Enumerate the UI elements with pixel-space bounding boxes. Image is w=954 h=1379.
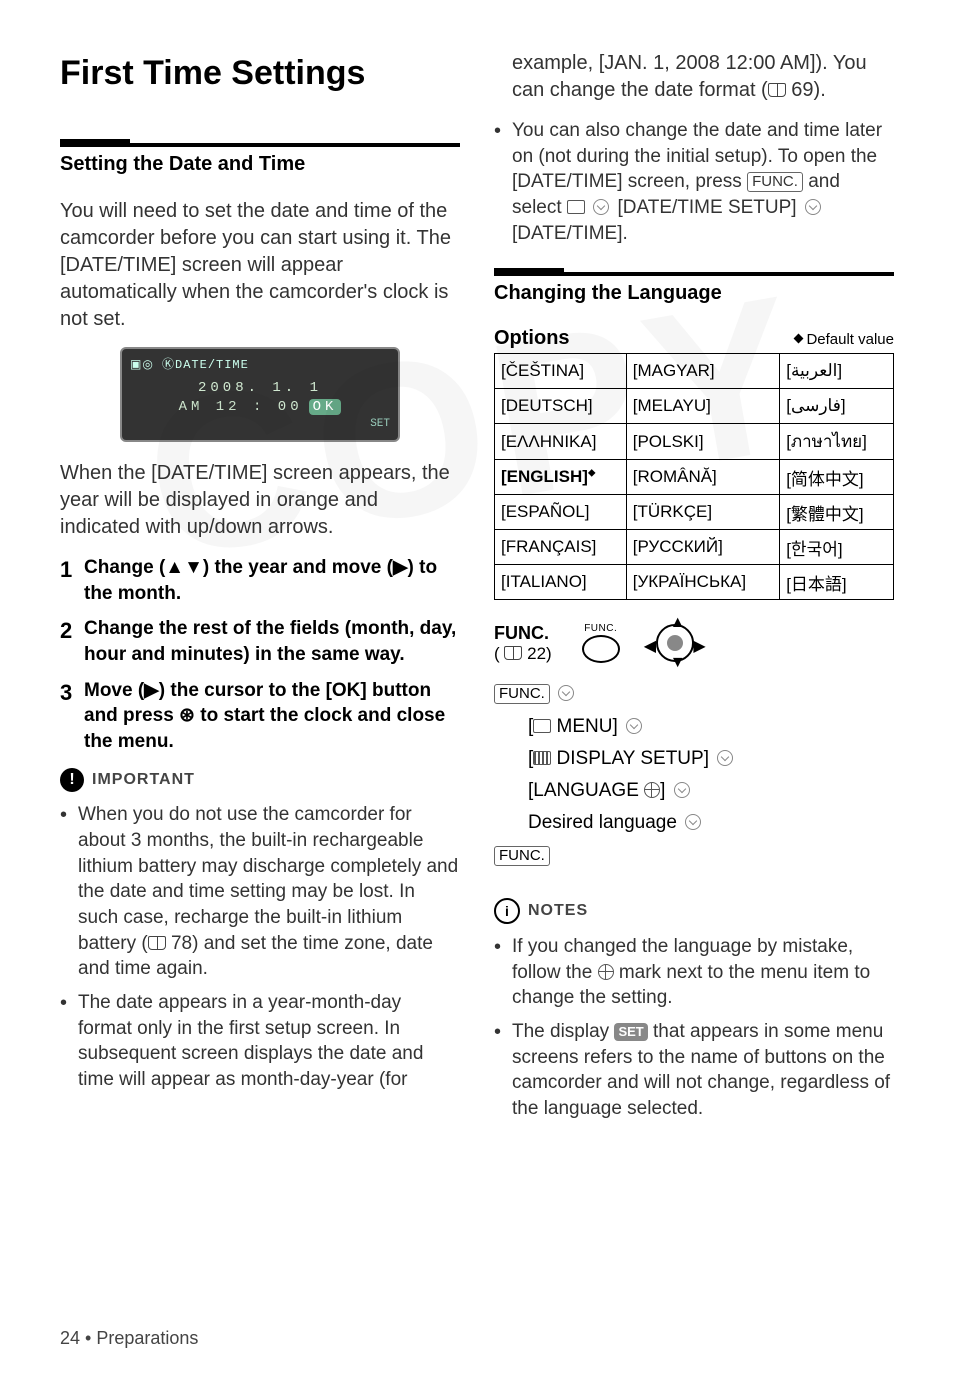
dpad-graphic: ▲▼◀▶ bbox=[650, 618, 700, 668]
chevron-down-icon bbox=[717, 750, 733, 766]
right-column: example, [JAN. 1, 2008 12:00 AM]). You c… bbox=[494, 50, 894, 1129]
func-key: FUNC. bbox=[494, 684, 550, 704]
chevron-down-icon bbox=[626, 718, 642, 734]
right-top-bullets: You can also change the date and time la… bbox=[494, 118, 894, 246]
table-row: [ITALIANO][УКРАЇНСЬКА][日本語] bbox=[495, 565, 894, 600]
language-table: [ČEŠTINA][MAGYAR][العربية][DEUTSCH][MELA… bbox=[494, 354, 894, 600]
diamond-icon bbox=[794, 334, 804, 344]
page-title: First Time Settings bbox=[60, 54, 460, 93]
menu-icon bbox=[567, 200, 585, 214]
camscreen-date: 2008. 1. 1 bbox=[130, 380, 390, 396]
table-row: [ENGLISH]◆[ROMÂNĂ][简体中文] bbox=[495, 460, 894, 495]
step-3: Move (▶) the cursor to the [OK] button a… bbox=[60, 678, 460, 755]
display-setup-icon bbox=[533, 751, 551, 765]
table-row: [ESPAÑOL][TÜRKÇE][繁體中文] bbox=[495, 495, 894, 530]
important-label: IMPORTANT bbox=[92, 771, 195, 789]
right-bullet-datetime: You can also change the date and time la… bbox=[494, 118, 894, 246]
menu-path: FUNC. [ MENU] [ DISPLAY SETUP] [LANGUAGE… bbox=[494, 678, 894, 872]
page-footer: 24 • Preparations bbox=[60, 1328, 198, 1349]
lang-cell: [РУССКИЙ] bbox=[626, 530, 779, 565]
globe-icon bbox=[644, 782, 660, 798]
options-header: Options Default value bbox=[494, 327, 894, 354]
menu-icon bbox=[533, 719, 551, 733]
func-label: FUNC. bbox=[494, 623, 552, 644]
camscreen-set: SET bbox=[130, 418, 390, 430]
lang-cell: [MAGYAR] bbox=[626, 354, 779, 389]
table-row: [DEUTSCH][MELAYU][فارسی] bbox=[495, 389, 894, 424]
section-setting-date: Setting the Date and Time bbox=[60, 143, 460, 176]
intro-1: You will need to set the date and time o… bbox=[60, 198, 460, 333]
table-row: [ČEŠTINA][MAGYAR][العربية] bbox=[495, 354, 894, 389]
table-row: [EΛΛHNIKA][POLSKI][ภาษาไทย] bbox=[495, 424, 894, 460]
lang-cell: [ITALIANO] bbox=[495, 565, 627, 600]
important-head: ! IMPORTANT bbox=[60, 768, 460, 792]
lang-cell: [TÜRKÇE] bbox=[626, 495, 779, 530]
important-bullet-1: When you do not use the camcorder for ab… bbox=[60, 802, 460, 981]
section-changing-language: Changing the Language bbox=[494, 272, 894, 305]
func-row: FUNC. ( 22) FUNC. ▲▼◀▶ bbox=[494, 618, 894, 668]
lang-cell: [ČEŠTINA] bbox=[495, 354, 627, 389]
lang-cell: [ENGLISH]◆ bbox=[495, 460, 627, 495]
camscreen-top: ▣◎ ⓀDATE/TIME bbox=[130, 355, 390, 372]
func-key: FUNC. bbox=[747, 172, 803, 192]
camscreen-time: AM 12 : 00OK bbox=[130, 399, 390, 415]
lang-cell: [DEUTSCH] bbox=[495, 389, 627, 424]
lang-cell: [POLSKI] bbox=[626, 424, 779, 460]
lang-cell: [简体中文] bbox=[780, 460, 894, 495]
chevron-down-icon bbox=[593, 199, 609, 215]
options-default: Default value bbox=[795, 331, 894, 348]
lang-cell: [ROMÂNĂ] bbox=[626, 460, 779, 495]
globe-icon bbox=[598, 964, 614, 980]
lang-cell: [繁體中文] bbox=[780, 495, 894, 530]
lang-cell: [EΛΛHNIKA] bbox=[495, 424, 627, 460]
lang-cell: [فارسی] bbox=[780, 389, 894, 424]
important-icon: ! bbox=[60, 768, 84, 792]
table-row: [FRANÇAIS][РУССКИЙ][한국어] bbox=[495, 530, 894, 565]
left-column: First Time Settings Setting the Date and… bbox=[60, 50, 460, 1129]
intro-2: When the [DATE/TIME] screen appears, the… bbox=[60, 460, 460, 541]
chevron-down-icon bbox=[558, 685, 574, 701]
steps-list: Change (▲▼) the year and move (▶) to the… bbox=[60, 555, 460, 754]
important-bullets: When you do not use the camcorder for ab… bbox=[60, 802, 460, 1092]
notes-head: i NOTES bbox=[494, 898, 894, 924]
notes-bullets: If you changed the language by mistake, … bbox=[494, 934, 894, 1121]
important-bullet-2: The date appears in a year-month-day for… bbox=[60, 990, 460, 1093]
options-title: Options bbox=[494, 327, 570, 350]
lang-cell: [日本語] bbox=[780, 565, 894, 600]
step-2: Change the rest of the fields (month, da… bbox=[60, 616, 460, 667]
lang-cell: [한국어] bbox=[780, 530, 894, 565]
set-key: SET bbox=[614, 1023, 647, 1041]
continued-text: example, [JAN. 1, 2008 12:00 AM]). You c… bbox=[512, 50, 894, 104]
lang-cell: [العربية] bbox=[780, 354, 894, 389]
notes-label: NOTES bbox=[528, 902, 588, 920]
lang-cell: [FRANÇAIS] bbox=[495, 530, 627, 565]
lang-cell: [УКРАЇНСЬКА] bbox=[626, 565, 779, 600]
func-button-graphic: FUNC. bbox=[582, 623, 620, 663]
notes-bullet-2: The display SET that appears in some men… bbox=[494, 1019, 894, 1122]
func-key: FUNC. bbox=[494, 846, 550, 866]
page-ref-icon bbox=[768, 83, 786, 97]
chevron-down-icon bbox=[685, 814, 701, 830]
chevron-down-icon bbox=[674, 782, 690, 798]
page-ref-icon bbox=[504, 646, 522, 660]
page-ref-icon bbox=[148, 936, 166, 950]
info-icon: i bbox=[494, 898, 520, 924]
func-page-ref: ( 22) bbox=[494, 644, 552, 664]
chevron-down-icon bbox=[805, 199, 821, 215]
lang-cell: [ESPAÑOL] bbox=[495, 495, 627, 530]
lang-cell: [MELAYU] bbox=[626, 389, 779, 424]
notes-bullet-1: If you changed the language by mistake, … bbox=[494, 934, 894, 1011]
step-1: Change (▲▼) the year and move (▶) to the… bbox=[60, 555, 460, 606]
camcorder-screen: ▣◎ ⓀDATE/TIME 2008. 1. 1 AM 12 : 00OK SE… bbox=[120, 347, 400, 442]
lang-cell: [ภาษาไทย] bbox=[780, 424, 894, 460]
